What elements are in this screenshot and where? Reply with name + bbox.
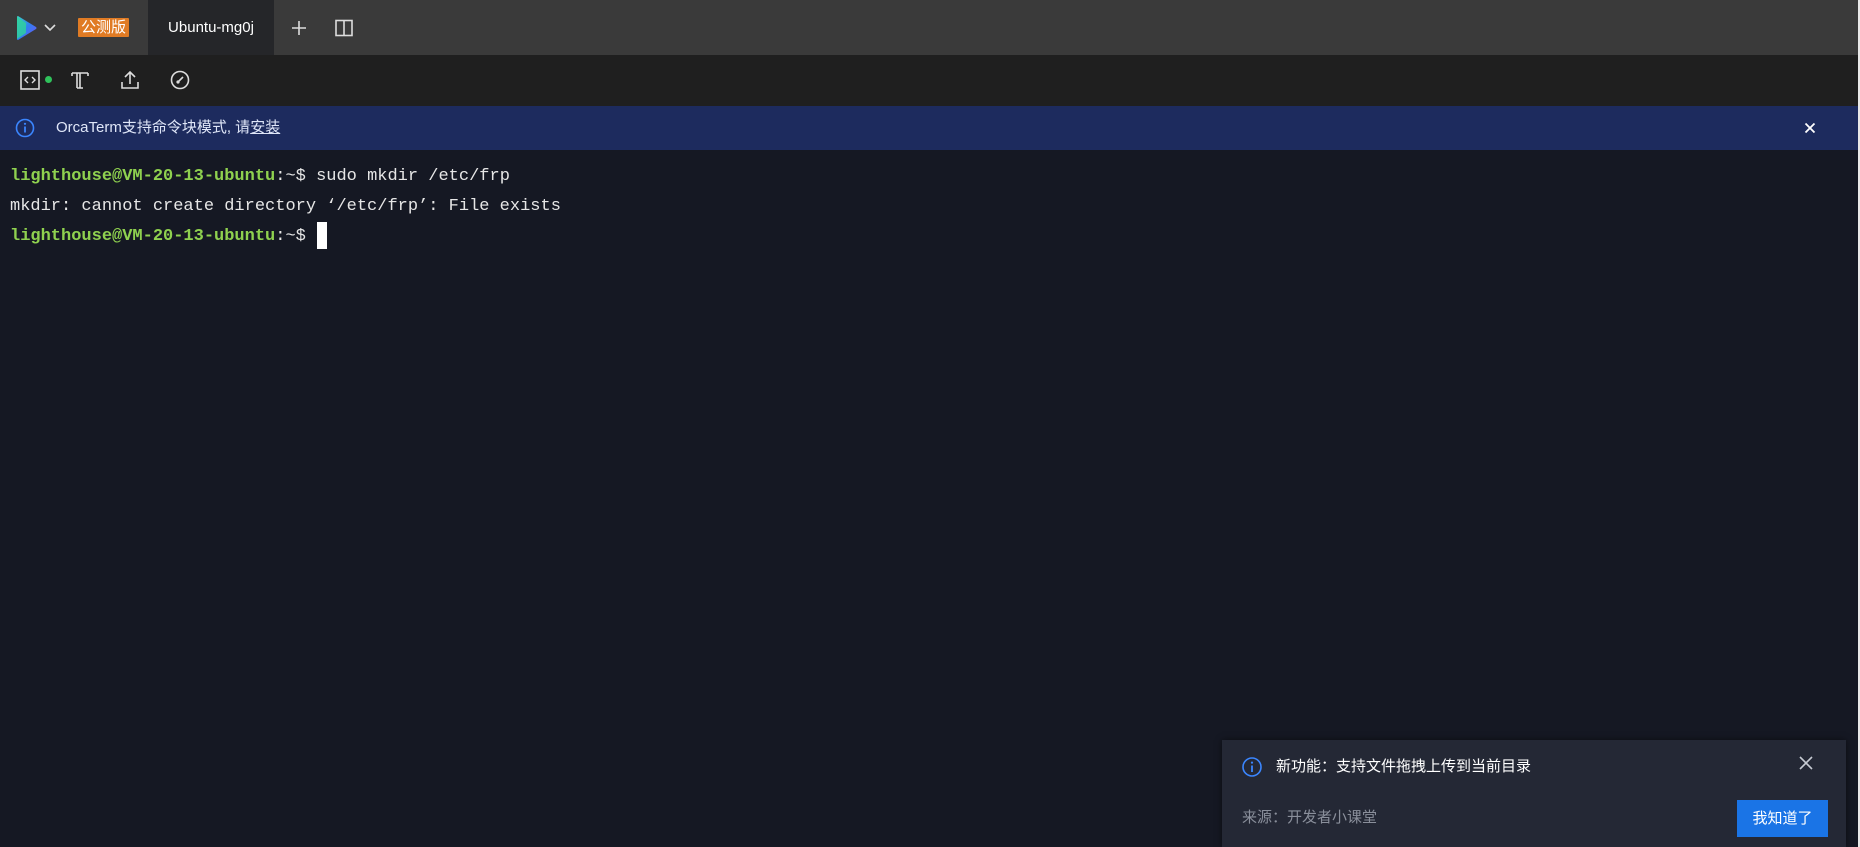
terminal-line: mkdir: cannot create directory ‘/etc/frp…	[10, 192, 561, 222]
monitor-button[interactable]	[167, 67, 193, 93]
close-icon	[1799, 756, 1813, 770]
install-link[interactable]: 安装	[250, 119, 280, 136]
upload-icon	[121, 70, 139, 89]
plus-icon	[292, 21, 306, 35]
new-tab-button[interactable]	[288, 17, 310, 39]
split-panel-button[interactable]	[333, 17, 355, 39]
terminal-line: lighthouse@VM-20-13-ubuntu:~$	[10, 222, 327, 252]
banner-text: OrcaTerm支持命令块模式, 请	[56, 119, 251, 136]
output-text: mkdir: cannot create directory ‘/etc/frp…	[10, 197, 561, 216]
feature-toast: 新功能：支持文件拖拽上传到当前目录 来源：开发者小课堂 我知道了	[1222, 740, 1846, 847]
connection-status-dot	[45, 76, 52, 83]
prompt-symbol: :~$	[275, 167, 317, 186]
got-it-button[interactable]: 我知道了	[1737, 800, 1828, 837]
info-icon	[1242, 757, 1262, 777]
orcaterm-logo-icon	[17, 16, 37, 40]
info-banner: OrcaTerm支持命令块模式, 请安装	[0, 106, 1858, 150]
tab-label: Ubuntu-mg0j	[168, 19, 254, 36]
toast-title: 新功能：支持文件拖拽上传到当前目录	[1276, 758, 1532, 775]
gauge-icon	[170, 70, 190, 90]
command-text: sudo mkdir /etc/frp	[316, 167, 510, 186]
split-panel-icon	[335, 19, 353, 37]
tab-ubuntu-mg0j[interactable]: Ubuntu-mg0j	[148, 0, 274, 55]
text-font-button[interactable]	[67, 67, 93, 93]
info-icon	[15, 118, 35, 138]
code-panel-icon	[20, 70, 40, 90]
toast-close-button[interactable]	[1795, 752, 1817, 774]
code-panel-button[interactable]	[17, 67, 43, 93]
prompt-user-host: lighthouse@VM-20-13-ubuntu	[10, 167, 276, 186]
toolbar	[0, 55, 1858, 106]
prompt-symbol: :~$	[275, 227, 306, 246]
beta-badge: 公测版	[78, 18, 130, 37]
text-font-icon	[71, 72, 89, 89]
terminal-cursor	[316, 222, 327, 250]
upload-button[interactable]	[117, 67, 143, 93]
terminal-line: lighthouse@VM-20-13-ubuntu:~$ sudo mkdir…	[10, 162, 510, 192]
banner-message: OrcaTerm支持命令块模式, 请安装	[56, 119, 280, 137]
banner-close-button[interactable]	[1801, 119, 1819, 137]
toast-source: 来源：开发者小课堂	[1242, 809, 1378, 826]
app-menu-button[interactable]	[16, 14, 60, 42]
top-bar: 公测版 Ubuntu-mg0j	[0, 0, 1858, 55]
close-icon	[1804, 122, 1816, 134]
chevron-down-icon	[44, 24, 56, 32]
prompt-user-host: lighthouse@VM-20-13-ubuntu	[10, 227, 276, 246]
